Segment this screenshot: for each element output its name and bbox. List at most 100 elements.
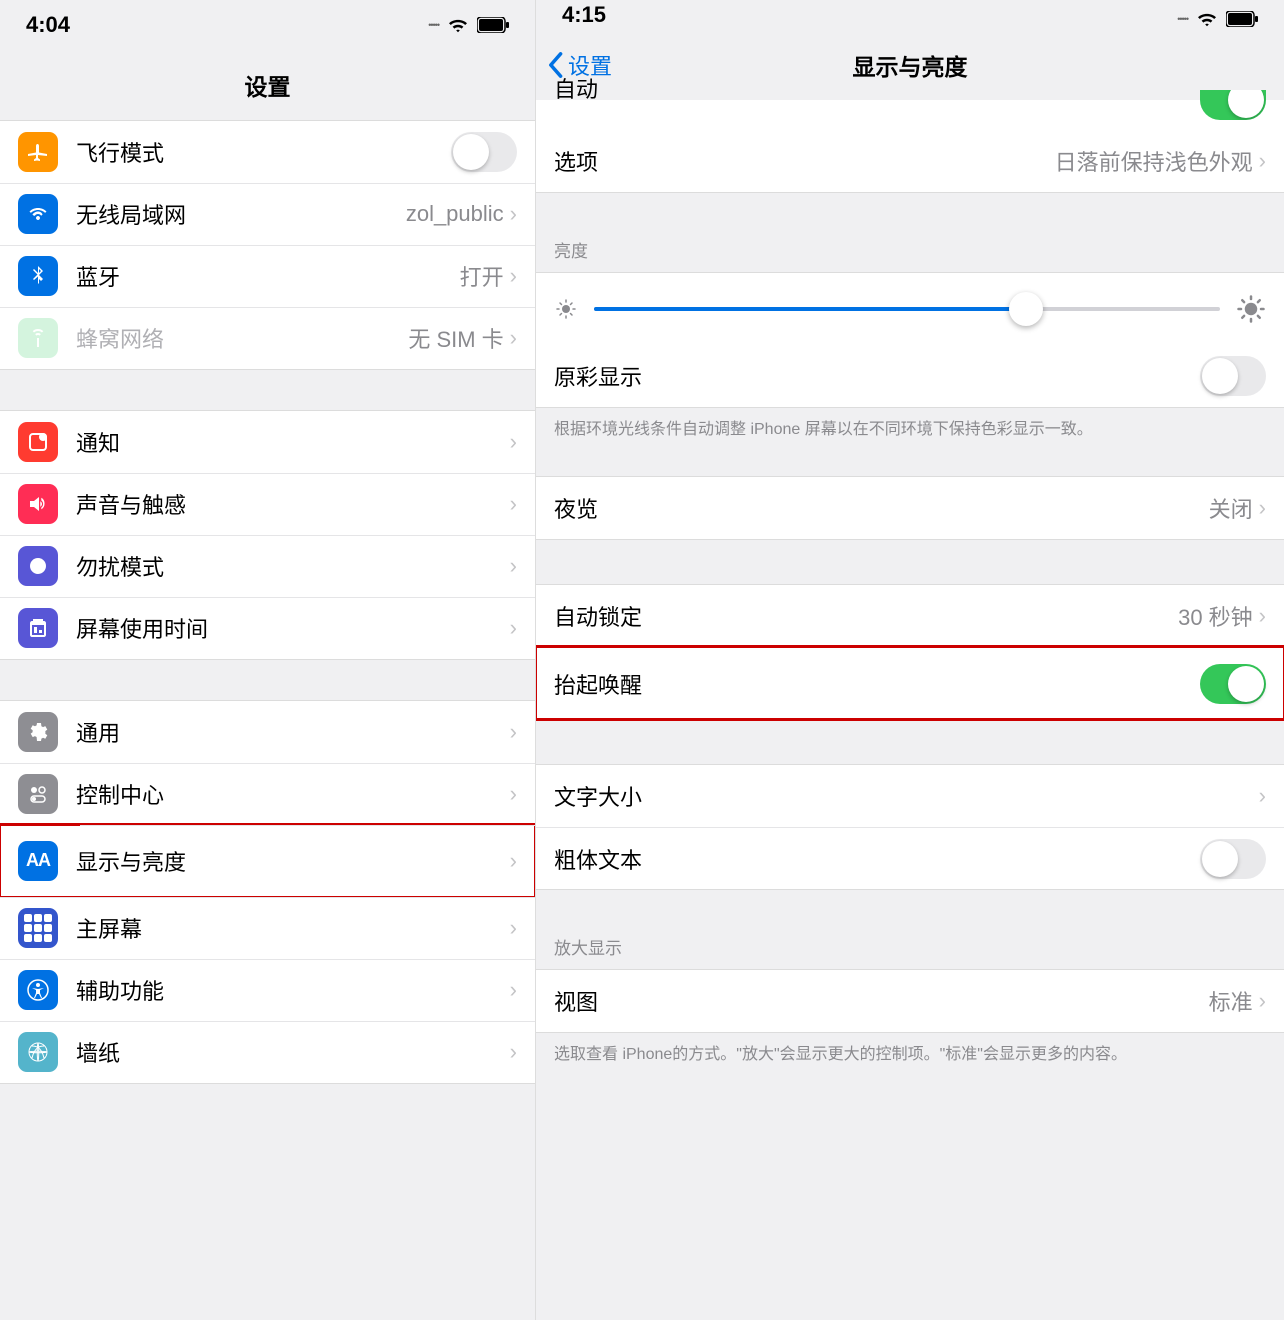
chevron-icon: › xyxy=(510,429,517,455)
row-label: 显示与亮度 xyxy=(76,845,510,877)
zoom-footer: 选取查看 iPhone的方式。"放大"会显示更大的控制项。"标准"会显示更多的内… xyxy=(536,1033,1284,1077)
text-size-label: 文字大小 xyxy=(554,780,1259,812)
auto-row-partial[interactable]: 自动 xyxy=(536,100,1284,130)
general-icon xyxy=(18,712,58,752)
settings-row-bluetooth[interactable]: 蓝牙打开› xyxy=(0,245,535,307)
settings-row-home[interactable]: 主屏幕› xyxy=(0,897,535,959)
true-tone-row[interactable]: 原彩显示 xyxy=(536,345,1284,407)
nav-bar-right: 设置 显示与亮度 xyxy=(536,30,1284,100)
text-size-row[interactable]: 文字大小 › xyxy=(536,765,1284,827)
night-shift-row[interactable]: 夜览 关闭 › xyxy=(536,477,1284,539)
chevron-icon: › xyxy=(510,1039,517,1065)
auto-lock-value: 30 秒钟 xyxy=(1178,600,1253,632)
chevron-icon: › xyxy=(510,201,517,227)
status-bar-right: 4:15 ••••• xyxy=(536,0,1284,30)
chevron-icon: › xyxy=(510,781,517,807)
settings-row-wallpaper[interactable]: 墙纸› xyxy=(0,1021,535,1083)
settings-row-accessibility[interactable]: 辅助功能› xyxy=(0,959,535,1021)
status-icons: ••••• xyxy=(428,16,509,34)
settings-group-3: 通用›控制中心›AA显示与亮度›主屏幕›辅助功能›墙纸› xyxy=(0,700,535,1084)
sun-large-icon xyxy=(1236,294,1266,324)
screentime-icon xyxy=(18,608,58,648)
nav-bar-left: 设置 xyxy=(0,50,535,120)
chevron-icon: › xyxy=(1259,988,1266,1014)
row-label: 飞行模式 xyxy=(76,136,451,168)
true-tone-toggle[interactable] xyxy=(1200,356,1266,396)
display-icon: AA xyxy=(18,841,58,881)
night-shift-value: 关闭 xyxy=(1209,492,1253,524)
back-button[interactable]: 设置 xyxy=(546,49,612,81)
settings-group-2: 通知›声音与触感›勿扰模式›屏幕使用时间› xyxy=(0,410,535,660)
status-bar-left: 4:04 ••••• xyxy=(0,0,535,50)
brightness-slider[interactable] xyxy=(594,307,1220,311)
chevron-icon: › xyxy=(510,915,517,941)
wifi-icon xyxy=(447,16,469,34)
chevron-icon: › xyxy=(510,553,517,579)
chevron-icon: › xyxy=(1259,148,1266,174)
raise-to-wake-toggle[interactable] xyxy=(1200,664,1266,704)
settings-row-dnd[interactable]: 勿扰模式› xyxy=(0,535,535,597)
raise-to-wake-label: 抬起唤醒 xyxy=(554,668,1200,700)
home-icon xyxy=(18,908,58,948)
chevron-icon: › xyxy=(1259,783,1266,809)
wifi-icon xyxy=(18,194,58,234)
bold-text-row[interactable]: 粗体文本 xyxy=(536,827,1284,889)
airplane-icon xyxy=(18,132,58,172)
battery-icon xyxy=(1226,11,1258,27)
row-label: 蜂窝网络 xyxy=(76,322,408,354)
auto-toggle[interactable] xyxy=(1200,90,1266,120)
options-row[interactable]: 选项 日落前保持浅色外观 › xyxy=(536,130,1284,192)
chevron-icon: › xyxy=(510,977,517,1003)
chevron-icon: › xyxy=(510,491,517,517)
view-value: 标准 xyxy=(1209,985,1253,1017)
row-label: 控制中心 xyxy=(76,778,510,810)
cellular-icon xyxy=(18,318,58,358)
bold-text-toggle[interactable] xyxy=(1200,839,1266,879)
zoom-header: 放大显示 xyxy=(536,924,1284,969)
chevron-icon: › xyxy=(510,263,517,289)
brightness-header: 亮度 xyxy=(536,227,1284,272)
options-value: 日落前保持浅色外观 xyxy=(1055,145,1253,177)
settings-row-notification[interactable]: 通知› xyxy=(0,411,535,473)
row-label: 辅助功能 xyxy=(76,974,510,1006)
toggle[interactable] xyxy=(451,132,517,172)
settings-group-1: 飞行模式无线局域网zol_public›蓝牙打开›蜂窝网络无 SIM 卡› xyxy=(0,120,535,370)
chevron-icon: › xyxy=(510,719,517,745)
notification-icon xyxy=(18,422,58,462)
status-time: 4:04 xyxy=(26,12,70,38)
settings-row-airplane[interactable]: 飞行模式 xyxy=(0,121,535,183)
sound-icon xyxy=(18,484,58,524)
view-row[interactable]: 视图 标准 › xyxy=(536,970,1284,1032)
chevron-icon: › xyxy=(510,848,517,874)
row-label: 屏幕使用时间 xyxy=(76,612,510,644)
settings-row-control[interactable]: 控制中心› xyxy=(0,763,535,825)
settings-row-sound[interactable]: 声音与触感› xyxy=(0,473,535,535)
row-label: 声音与触感 xyxy=(76,488,510,520)
status-icons: ••••• xyxy=(1177,10,1258,28)
chevron-icon: › xyxy=(510,325,517,351)
row-label: 蓝牙 xyxy=(76,260,460,292)
settings-row-cellular[interactable]: 蜂窝网络无 SIM 卡› xyxy=(0,307,535,369)
control-icon xyxy=(18,774,58,814)
row-label: 通用 xyxy=(76,716,510,748)
row-label: 勿扰模式 xyxy=(76,550,510,582)
brightness-row[interactable] xyxy=(536,273,1284,345)
page-title: 显示与亮度 xyxy=(853,48,968,82)
battery-icon xyxy=(477,17,509,33)
chevron-icon: › xyxy=(510,615,517,641)
raise-to-wake-row[interactable]: 抬起唤醒 xyxy=(536,647,1284,719)
chevron-icon: › xyxy=(1259,603,1266,629)
auto-lock-row[interactable]: 自动锁定 30 秒钟 › xyxy=(536,585,1284,647)
back-label: 设置 xyxy=(568,49,612,81)
true-tone-label: 原彩显示 xyxy=(554,360,1200,392)
auto-lock-label: 自动锁定 xyxy=(554,600,1178,632)
settings-row-screentime[interactable]: 屏幕使用时间› xyxy=(0,597,535,659)
settings-row-general[interactable]: 通用› xyxy=(0,701,535,763)
options-label: 选项 xyxy=(554,145,1055,177)
view-label: 视图 xyxy=(554,985,1209,1017)
settings-row-wifi[interactable]: 无线局域网zol_public› xyxy=(0,183,535,245)
row-label: 通知 xyxy=(76,426,510,458)
bold-text-label: 粗体文本 xyxy=(554,843,1200,875)
wallpaper-icon xyxy=(18,1032,58,1072)
settings-row-display[interactable]: AA 显示与亮度› xyxy=(0,825,535,897)
